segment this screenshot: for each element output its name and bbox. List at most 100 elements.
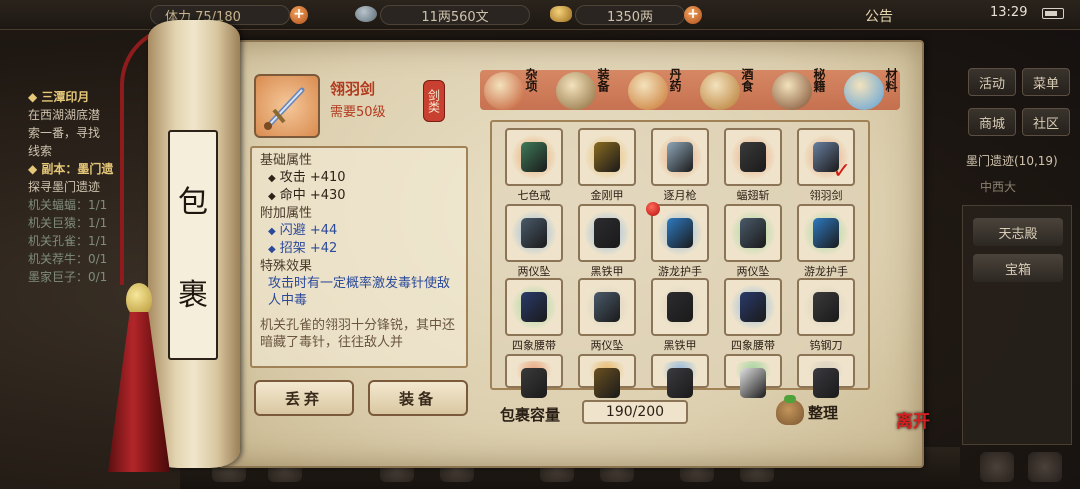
add-stamina-button[interactable]: +: [290, 6, 308, 24]
slot-label: 金刚甲: [590, 189, 624, 202]
category-tab[interactable]: 酒食: [700, 66, 764, 116]
stat-row: ◆ 闪避 +44: [268, 223, 338, 238]
shop-button[interactable]: 商城: [968, 108, 1016, 136]
inventory-slot[interactable]: [724, 354, 782, 398]
inventory-slot[interactable]: ✓: [797, 128, 855, 186]
inventory-slot[interactable]: [797, 204, 855, 262]
bat-blade-icon: [740, 142, 766, 172]
stat-row: ◆ 招架 +42: [268, 241, 338, 256]
slot-label: 游龙护手: [658, 265, 702, 278]
stat-value: +410: [309, 170, 346, 185]
special-effect-title: 特殊效果: [260, 259, 313, 274]
inventory-slot[interactable]: [724, 128, 782, 186]
item-category-badge: 剑类: [423, 80, 445, 122]
area-item[interactable]: 宝箱: [973, 254, 1063, 282]
blade-icon: [813, 292, 839, 322]
stat-row: ◆ 攻击 +410: [268, 170, 346, 185]
book-icon: [772, 72, 812, 110]
category-tab-label: 丹药: [668, 68, 682, 92]
gold-icon: [550, 6, 572, 22]
item-stats-box[interactable]: 基础属性 ◆ 攻击 +410 ◆ 命中 +430 附加属性 ◆ 闪避 +44 ◆ 招架 …: [250, 146, 468, 368]
silver-icon: [355, 6, 377, 22]
silver-display: 11两560文: [380, 5, 530, 25]
helmet-icon: [667, 368, 693, 398]
stat-label: 闪避: [279, 223, 306, 238]
pendant-icon: [594, 292, 620, 322]
slot-label: 蝠翅斩: [736, 189, 770, 202]
inventory-slot[interactable]: [651, 128, 709, 186]
jade-bead-icon: [126, 283, 152, 317]
battery-icon: [1042, 8, 1064, 19]
inventory-slot[interactable]: [724, 278, 782, 336]
category-tab-label: 酒食: [740, 68, 754, 92]
slot-label: 两仪坠: [736, 265, 770, 278]
item-name: 翎羽剑: [330, 80, 376, 98]
inventory-slot[interactable]: [578, 128, 636, 186]
category-tab-label: 杂项: [524, 68, 538, 92]
pill-icon: [628, 72, 668, 110]
inventory-slot[interactable]: [578, 354, 636, 398]
spear-icon: [667, 142, 693, 172]
inventory-slot[interactable]: [651, 354, 709, 398]
community-button[interactable]: 社区: [1022, 108, 1070, 136]
sword-icon: [264, 87, 305, 130]
category-tab[interactable]: 秘籍: [772, 66, 836, 116]
minimap-label: 中西大: [980, 180, 1017, 194]
inventory-slot[interactable]: [578, 204, 636, 262]
activity-button[interactable]: 活动: [968, 68, 1016, 96]
slot-label: 两仪坠: [590, 339, 624, 352]
slot-label: 黑铁甲: [590, 265, 624, 278]
equipped-check-icon: ✓: [832, 159, 851, 184]
new-item-indicator: [646, 202, 660, 216]
toolbar-icon[interactable]: [980, 452, 1014, 482]
category-tab[interactable]: 杂项: [484, 66, 548, 116]
pendant-icon: [740, 218, 766, 248]
belt-icon: [521, 292, 547, 322]
pot-icon: [484, 72, 524, 110]
inventory-slot[interactable]: [724, 204, 782, 262]
helmet-icon: [813, 368, 839, 398]
item-preview: [254, 74, 320, 138]
item-level-requirement: 需要50级: [330, 105, 386, 120]
add-gold-button[interactable]: +: [684, 6, 702, 24]
bag-icon: [776, 395, 804, 425]
slot-label: 逐月枪: [663, 189, 697, 202]
claw-icon: [521, 368, 547, 398]
inventory-slot[interactable]: [651, 204, 709, 262]
bonus-stats-title: 附加属性: [260, 206, 313, 221]
inventory-slot[interactable]: [505, 354, 563, 398]
inventory-slot[interactable]: [797, 354, 855, 398]
leave-button[interactable]: 离开: [896, 412, 940, 462]
clock: 13:29: [990, 5, 1028, 20]
area-item[interactable]: 天志殿: [973, 218, 1063, 246]
category-tab[interactable]: 材料: [844, 66, 908, 116]
stat-value: +44: [309, 223, 338, 238]
inventory-slot[interactable]: [797, 278, 855, 336]
gold-display: 1350两: [575, 5, 685, 25]
inventory-slot[interactable]: [578, 278, 636, 336]
slot-label: 七色戒: [517, 189, 551, 202]
slot-label: 游龙护手: [804, 265, 848, 278]
inventory-slot[interactable]: [505, 278, 563, 336]
category-tab[interactable]: 丹药: [628, 66, 692, 116]
notice-button[interactable]: 公告: [865, 6, 893, 26]
sort-button[interactable]: 整理: [776, 395, 852, 426]
category-tab[interactable]: 装备: [556, 66, 620, 116]
inventory-slot[interactable]: [505, 128, 563, 186]
dagger-icon: [594, 368, 620, 398]
belt-icon: [740, 292, 766, 322]
sort-label: 整理: [808, 403, 839, 422]
pearl-icon: [740, 368, 766, 398]
inventory-slot[interactable]: [505, 204, 563, 262]
gauntlet-icon: [667, 218, 693, 248]
equip-button[interactable]: 装备: [368, 380, 468, 416]
crystal-icon: [844, 72, 884, 110]
slot-label: 四象腰带: [731, 339, 775, 352]
toolbar-icon[interactable]: [1028, 452, 1062, 482]
discard-button[interactable]: 丢弃: [254, 380, 354, 416]
menu-button[interactable]: 菜单: [1022, 68, 1070, 96]
stat-label: 招架: [279, 241, 306, 256]
stat-label: 命中: [279, 188, 306, 203]
inventory-slot[interactable]: [651, 278, 709, 336]
special-effect-text: 攻击时有一定概率激发毒针使敌人中毒: [268, 276, 451, 308]
